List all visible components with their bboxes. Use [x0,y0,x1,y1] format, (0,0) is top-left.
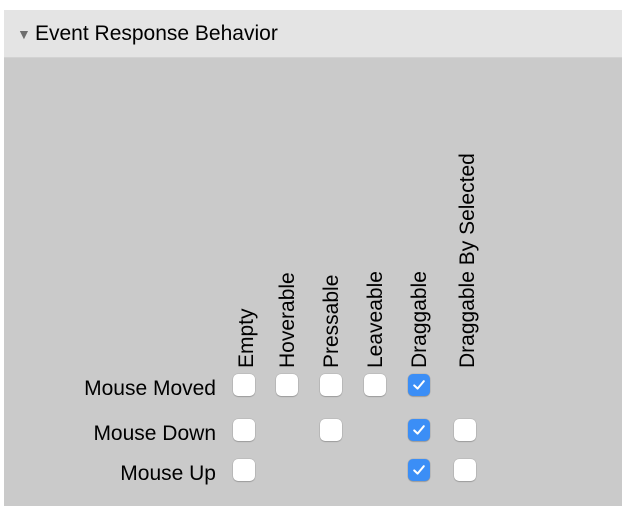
row-label-mouse-moved: Mouse Moved [84,377,216,400]
column-header-label: Leaveable [364,271,387,368]
column-header-label: Draggable By Selected [456,153,479,368]
column-header-draggable: Draggable [408,78,432,368]
column-header-label: Hoverable [276,272,299,368]
section-header[interactable]: ▼ Event Response Behavior [4,10,622,58]
checkbox-mouse-up-empty[interactable] [233,459,255,481]
section-title: Event Response Behavior [35,22,278,45]
checkbox-mouse-down-draggable-by-selected[interactable] [454,419,476,441]
checkbox-mouse-down-pressable[interactable] [320,419,342,441]
checkbox-mouse-moved-pressable[interactable] [320,374,342,396]
checkbox-mouse-up-draggable[interactable] [408,459,430,481]
checkbox-mouse-down-draggable[interactable] [408,419,430,441]
column-header-draggable-by-selected: Draggable By Selected [456,78,480,368]
row-label-mouse-down: Mouse Down [93,422,216,445]
column-header-label: Pressable [320,274,343,368]
column-header-label: Draggable [408,271,431,368]
column-header-leaveable: Leaveable [364,78,388,368]
disclosure-triangle-icon[interactable]: ▼ [17,27,31,41]
checkbox-mouse-moved-leaveable[interactable] [364,374,386,396]
event-response-behavior-panel: ▼ Event Response Behavior Empty Hoverable… [4,10,622,506]
column-header-hoverable: Hoverable [276,78,300,368]
checkbox-mouse-moved-empty[interactable] [233,374,255,396]
checkbox-mouse-down-empty[interactable] [233,419,255,441]
column-header-pressable: Pressable [320,78,344,368]
row-label-mouse-up: Mouse Up [120,462,216,485]
checkbox-mouse-moved-hoverable[interactable] [276,374,298,396]
column-header-label: Empty [235,308,258,368]
checkbox-mouse-up-draggable-by-selected[interactable] [454,459,476,481]
checkbox-mouse-moved-draggable[interactable] [408,374,430,396]
column-header-empty: Empty [235,78,259,368]
